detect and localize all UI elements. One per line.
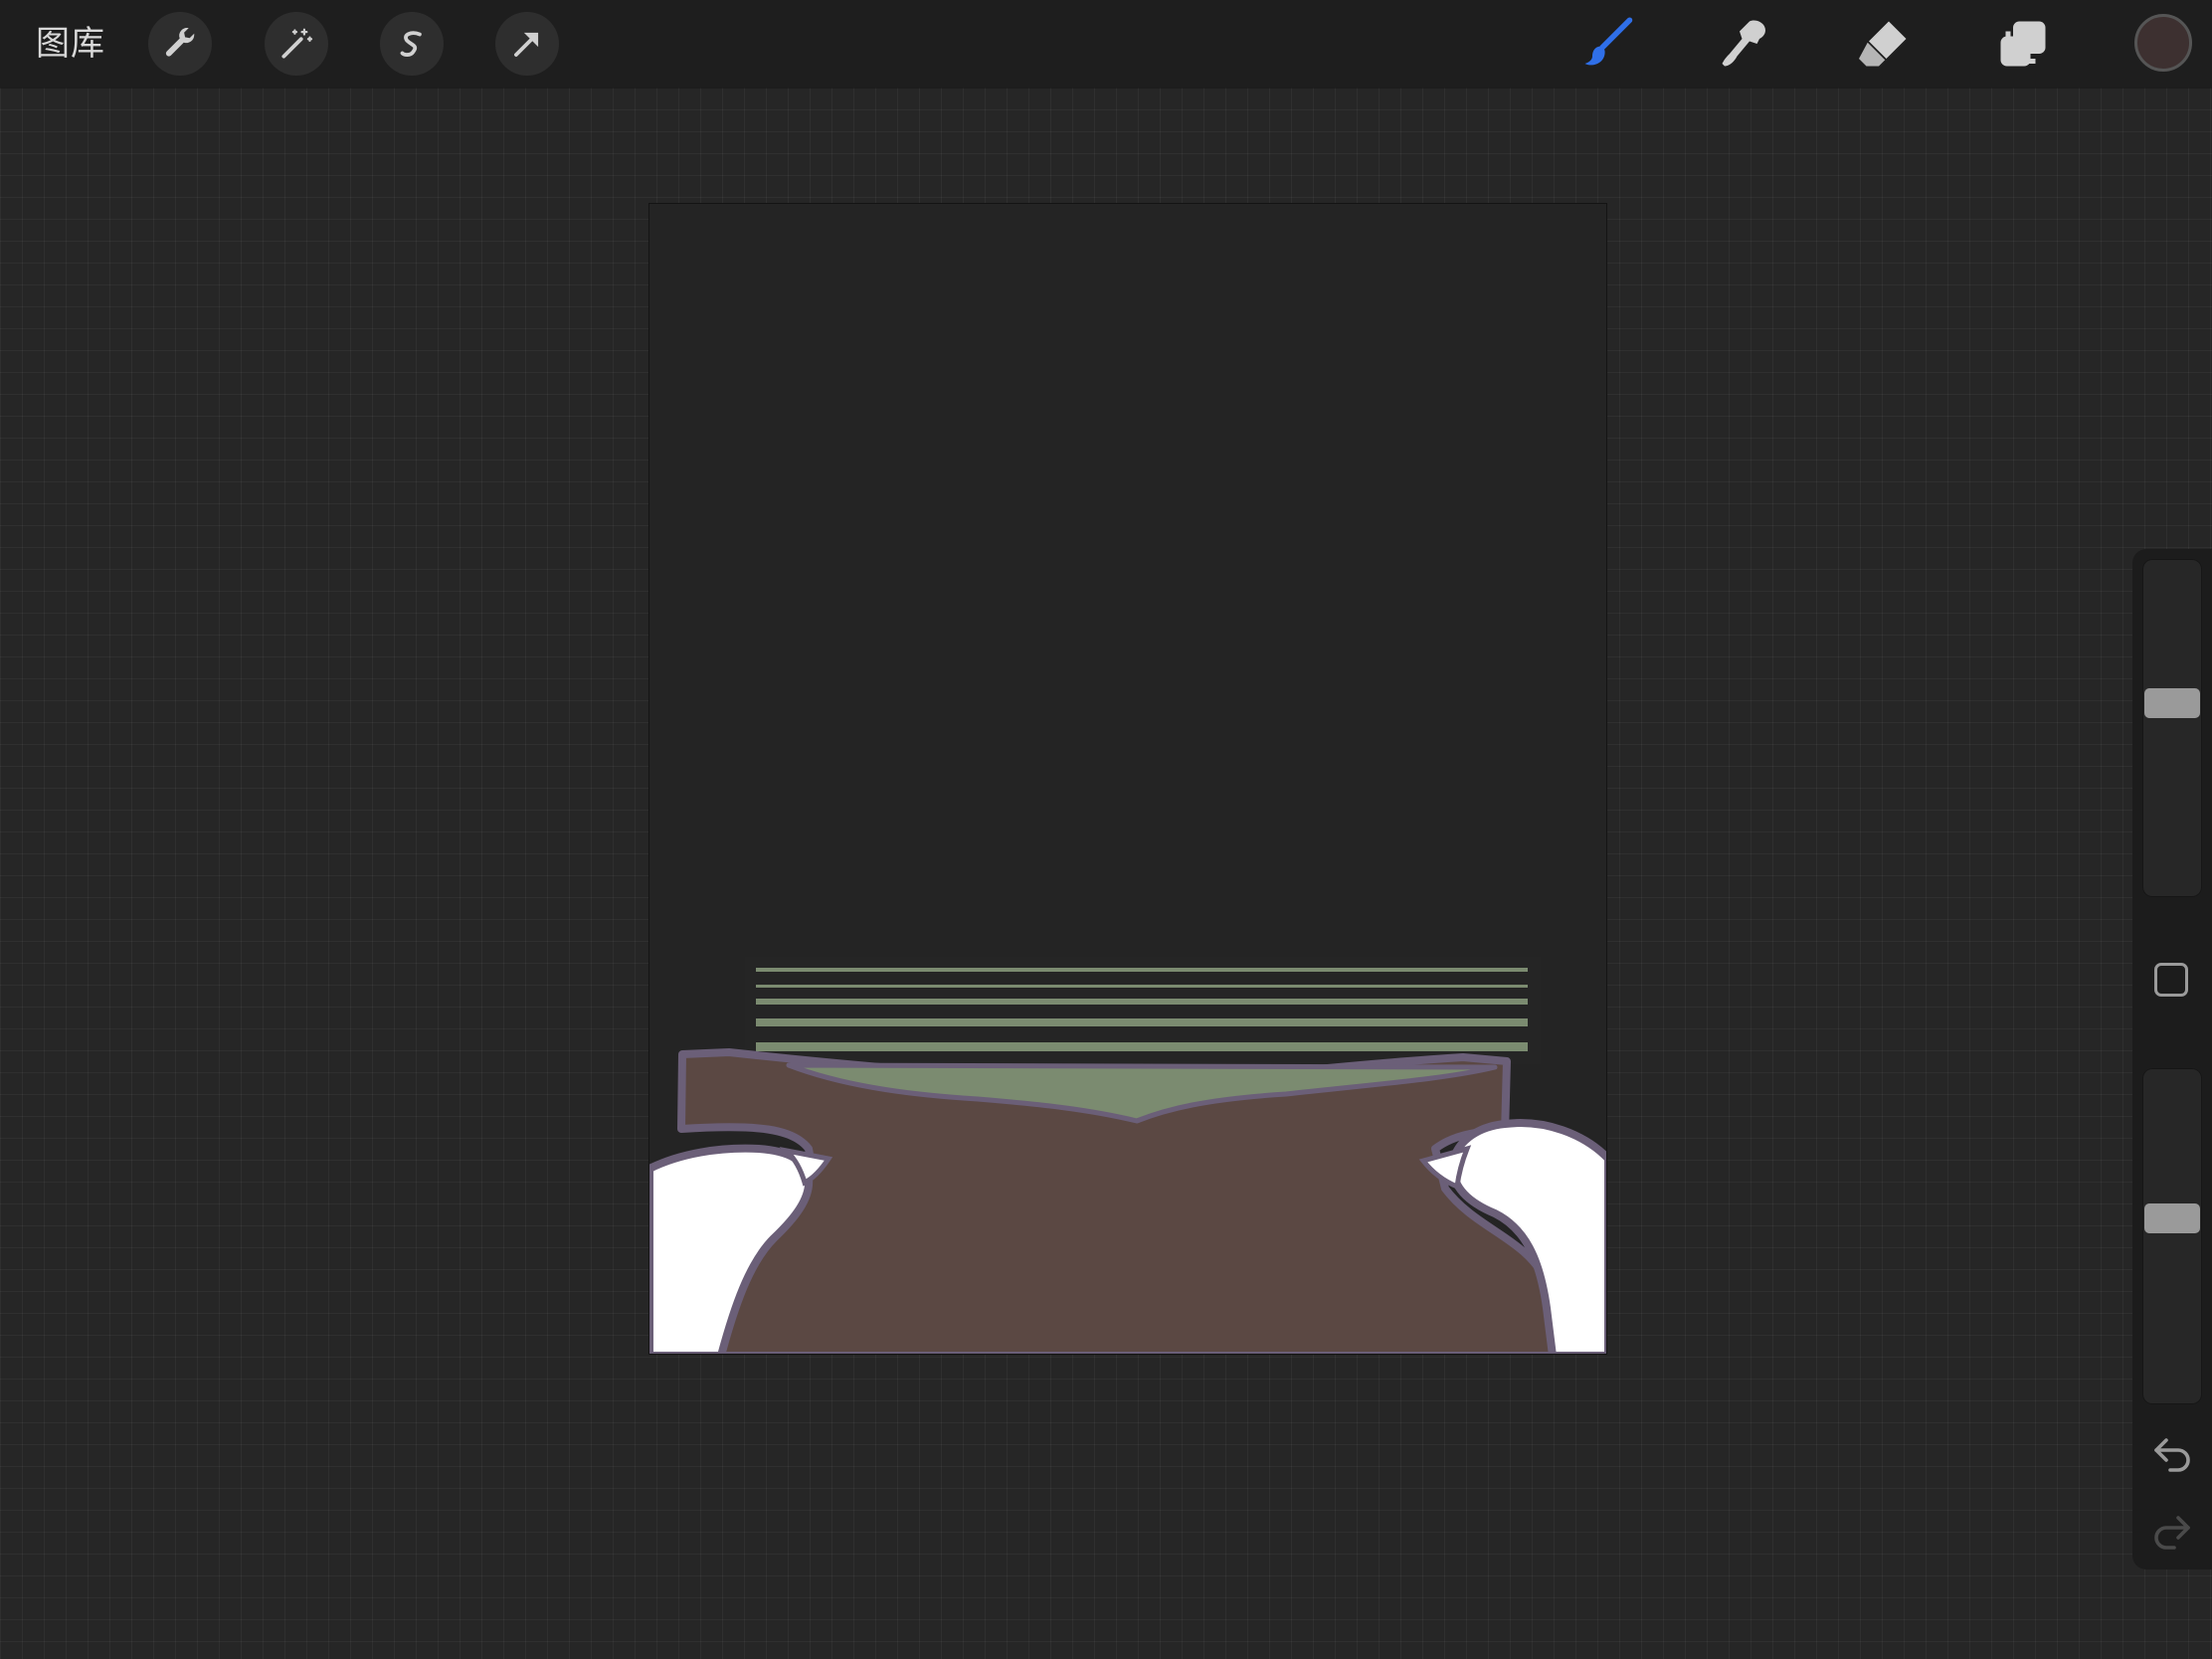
gallery-button[interactable]: 图库 <box>36 22 105 66</box>
transform-button[interactable] <box>495 12 559 76</box>
eraser-tool-button[interactable] <box>1854 14 1914 74</box>
selection-button[interactable] <box>380 12 444 76</box>
sidebar <box>2132 549 2212 1569</box>
layers-icon <box>2000 21 2046 67</box>
opacity-thumb[interactable] <box>2144 1203 2200 1233</box>
actions-button[interactable] <box>148 12 212 76</box>
modify-button[interactable] <box>2154 963 2188 997</box>
adjustments-button[interactable] <box>265 12 328 76</box>
paint-tool-button[interactable] <box>1577 14 1637 74</box>
drawing-canvas[interactable] <box>648 203 1607 1355</box>
eraser-icon <box>1859 21 1907 67</box>
transform-arrow-icon <box>514 32 539 57</box>
brush-icon <box>1584 17 1633 66</box>
procreate-app: 图库 <box>0 0 2212 1659</box>
brush-size-slider[interactable] <box>2142 559 2202 897</box>
magic-wand-icon <box>281 28 313 59</box>
artwork <box>649 957 1606 1354</box>
wrench-icon <box>165 28 195 57</box>
layers-button[interactable] <box>1993 14 2053 74</box>
smudge-icon <box>1722 20 1765 67</box>
top-toolbar: 图库 <box>0 0 2212 88</box>
selection-icon <box>400 31 422 57</box>
brush-size-thumb[interactable] <box>2144 688 2200 718</box>
color-picker-button[interactable] <box>2134 14 2192 72</box>
undo-icon[interactable] <box>2148 1430 2196 1478</box>
smudge-tool-button[interactable] <box>1715 14 1774 74</box>
redo-icon[interactable] <box>2148 1508 2196 1556</box>
opacity-slider[interactable] <box>2142 1068 2202 1404</box>
